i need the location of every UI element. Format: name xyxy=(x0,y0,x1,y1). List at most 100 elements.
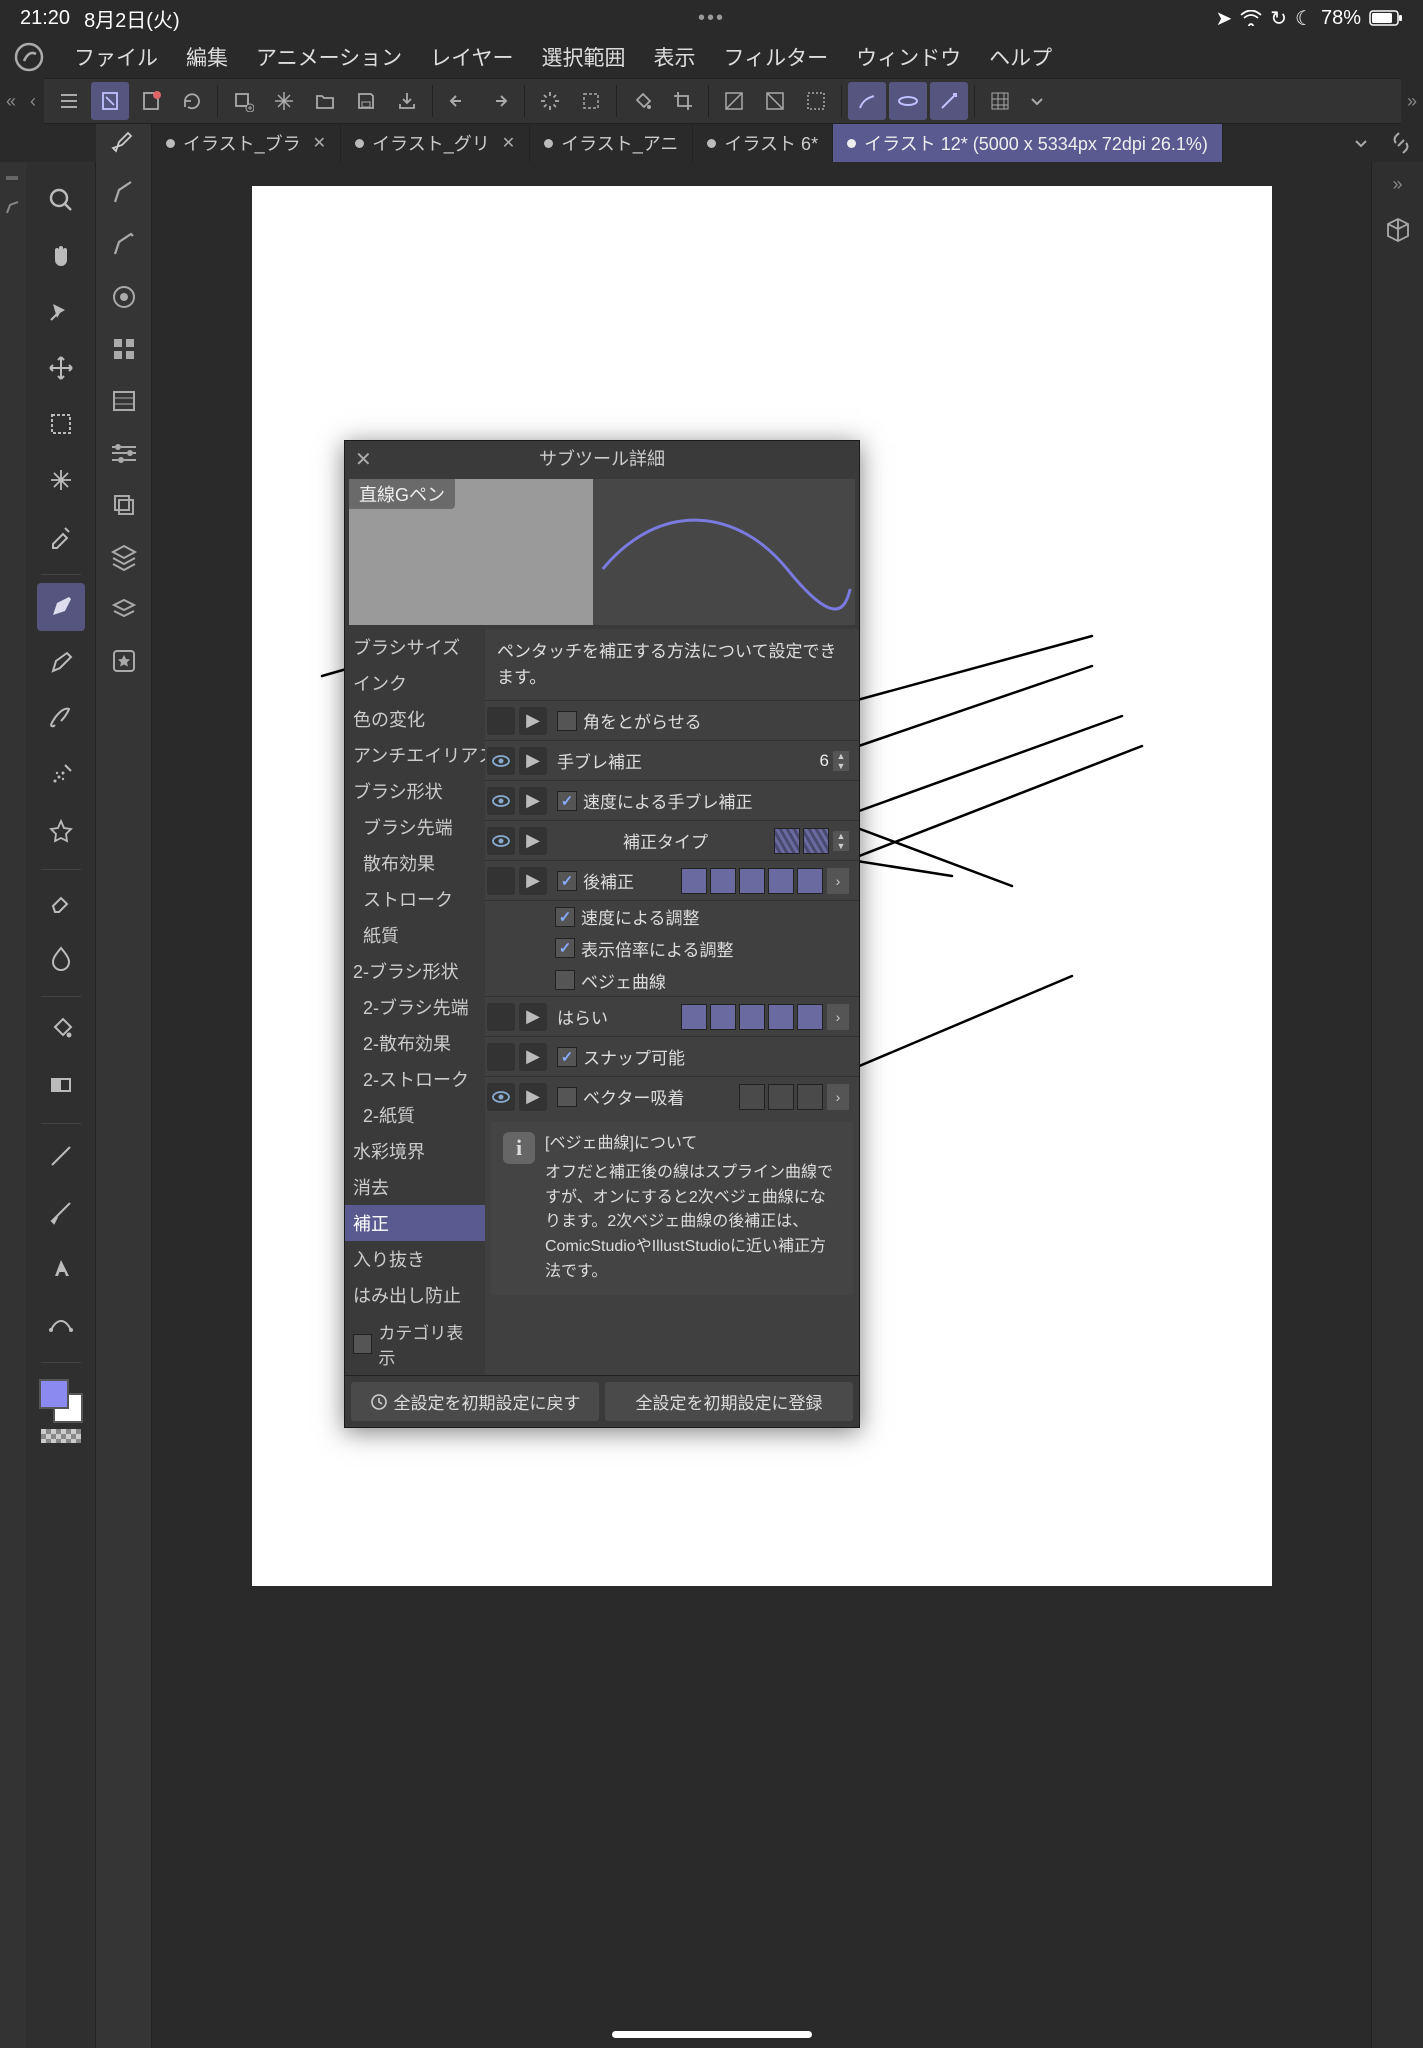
tab-1[interactable]: イラスト_グリ✕ xyxy=(341,124,530,162)
taper-1[interactable] xyxy=(681,1004,707,1030)
post-corr-checkbox[interactable] xyxy=(557,871,577,891)
cat-watercolor[interactable]: 水彩境界 xyxy=(345,1133,485,1169)
vm-1[interactable] xyxy=(739,1084,765,1110)
expand-toggle-icon[interactable]: ▶ xyxy=(519,707,547,735)
left-expand-icon[interactable]: « xyxy=(0,91,22,112)
curve-tool-icon[interactable] xyxy=(37,1188,85,1236)
cat-brush-shape2[interactable]: 2-ブラシ形状 xyxy=(345,953,485,989)
zoom-tool-icon[interactable] xyxy=(37,176,85,224)
gradient-tool-icon[interactable] xyxy=(37,1061,85,1109)
expand-toggle-icon[interactable]: ▶ xyxy=(519,867,547,895)
vm-2[interactable] xyxy=(768,1084,794,1110)
menu-help[interactable]: ヘルプ xyxy=(989,42,1052,72)
snap-checkbox[interactable] xyxy=(557,1047,577,1067)
move-tool-icon[interactable] xyxy=(37,344,85,392)
rotate-icon[interactable] xyxy=(173,82,211,120)
subtool-grid-icon[interactable] xyxy=(105,330,143,368)
marquee-tool-icon[interactable] xyxy=(37,400,85,448)
fill-tool-icon[interactable] xyxy=(37,1005,85,1053)
level-1[interactable] xyxy=(681,868,707,894)
eraser-tool-icon[interactable] xyxy=(37,878,85,926)
close-icon[interactable]: ✕ xyxy=(313,133,326,153)
cat-correction[interactable]: 補正 xyxy=(345,1205,485,1241)
menu-edit[interactable]: 編集 xyxy=(186,42,228,72)
new-layer-icon[interactable] xyxy=(224,82,262,120)
subtool-star-icon[interactable] xyxy=(105,642,143,680)
subtool-stack-icon[interactable] xyxy=(105,486,143,524)
spin-down-icon[interactable]: ▼ xyxy=(833,761,849,771)
right-expand-icon[interactable]: » xyxy=(1401,91,1423,112)
subtool-pen2-icon[interactable] xyxy=(105,226,143,264)
sparkle-icon[interactable] xyxy=(265,82,303,120)
menu-animation[interactable]: アニメーション xyxy=(256,42,402,72)
app-logo-icon[interactable] xyxy=(12,40,46,74)
expand-toggle-icon[interactable]: ▶ xyxy=(519,1043,547,1071)
color-swatch[interactable] xyxy=(39,1379,83,1423)
speed-stab-checkbox[interactable] xyxy=(557,791,577,811)
home-indicator[interactable] xyxy=(612,2031,812,2038)
pencil-tool-icon[interactable] xyxy=(37,639,85,687)
airbrush-tool-icon[interactable] xyxy=(37,751,85,799)
level-3[interactable] xyxy=(739,868,765,894)
taper-3[interactable] xyxy=(739,1004,765,1030)
fill-bucket-icon[interactable] xyxy=(623,82,661,120)
redo-icon[interactable] xyxy=(480,82,518,120)
tone-icon[interactable] xyxy=(756,82,794,120)
expand-toggle-icon[interactable]: ▶ xyxy=(519,1083,547,1111)
tabs-dropdown-icon[interactable] xyxy=(1343,124,1379,162)
cat-paper2[interactable]: 2-紙質 xyxy=(345,1097,485,1133)
type-option-1[interactable] xyxy=(774,828,800,854)
mini-handle-icon[interactable] xyxy=(4,170,22,188)
eye-toggle-icon[interactable] xyxy=(487,1083,515,1111)
taper-5[interactable] xyxy=(797,1004,823,1030)
cat-color-change[interactable]: 色の変化 xyxy=(345,701,485,737)
tab-0[interactable]: イラスト_ブラ✕ xyxy=(152,124,341,162)
bezier-checkbox[interactable] xyxy=(555,970,575,990)
crop-icon[interactable] xyxy=(664,82,702,120)
new-canvas-icon[interactable] xyxy=(132,82,170,120)
tab-2[interactable]: イラスト_アニ xyxy=(530,124,693,162)
cat-spray2[interactable]: 2-散布効果 xyxy=(345,1025,485,1061)
expand-toggle-icon[interactable]: ▶ xyxy=(519,747,547,775)
type-option-2[interactable] xyxy=(803,828,829,854)
undo-icon[interactable] xyxy=(439,82,477,120)
toolbar-expand-icon[interactable] xyxy=(1026,90,1048,112)
tab-3[interactable]: イラスト 6* xyxy=(693,124,833,162)
gradient-icon[interactable] xyxy=(715,82,753,120)
decoration-tool-icon[interactable] xyxy=(37,807,85,855)
show-toggle[interactable] xyxy=(487,707,515,735)
cat-spray[interactable]: 散布効果 xyxy=(345,845,485,881)
menu-window[interactable]: ウィンドウ xyxy=(856,42,961,72)
cube-icon[interactable] xyxy=(1381,213,1415,247)
subtool-layers2-icon[interactable] xyxy=(105,590,143,628)
eyedropper-tool-icon[interactable] xyxy=(37,512,85,560)
more-icon[interactable]: › xyxy=(827,868,849,894)
multitask-dots-icon[interactable]: ••• xyxy=(698,7,725,30)
open-folder-icon[interactable] xyxy=(306,82,344,120)
object-tool-icon[interactable] xyxy=(37,288,85,336)
brush-tool-icon[interactable] xyxy=(37,695,85,743)
export-icon[interactable] xyxy=(388,82,426,120)
pen-tool-icon[interactable] xyxy=(37,583,85,631)
taper-4[interactable] xyxy=(768,1004,794,1030)
line-tool-icon[interactable] xyxy=(37,1132,85,1180)
mini-brush-icon[interactable] xyxy=(4,198,22,216)
subtool-adjust-icon[interactable] xyxy=(105,434,143,472)
text-tool-icon[interactable] xyxy=(37,1244,85,1292)
menu-file[interactable]: ファイル xyxy=(74,42,158,72)
close-icon[interactable]: ✕ xyxy=(355,447,372,472)
adjust-zoom-checkbox[interactable] xyxy=(555,938,575,958)
link-chain-icon[interactable] xyxy=(1379,124,1423,162)
stabilization-value[interactable]: 6 xyxy=(820,751,829,771)
menu-selection[interactable]: 選択範囲 xyxy=(542,42,626,72)
eye-toggle-icon[interactable] xyxy=(487,787,515,815)
cat-brush-size[interactable]: ブラシサイズ xyxy=(345,629,485,665)
loading-icon[interactable] xyxy=(531,82,569,120)
spin-up-icon[interactable]: ▲ xyxy=(833,831,849,841)
vm-3[interactable] xyxy=(797,1084,823,1110)
hand-tool-icon[interactable] xyxy=(37,232,85,280)
cat-stroke[interactable]: ストローク xyxy=(345,881,485,917)
cat-antialias[interactable]: アンチエイリアス xyxy=(345,737,485,773)
menu-layer[interactable]: レイヤー xyxy=(430,42,513,72)
pen-mode-icon[interactable] xyxy=(848,82,886,120)
